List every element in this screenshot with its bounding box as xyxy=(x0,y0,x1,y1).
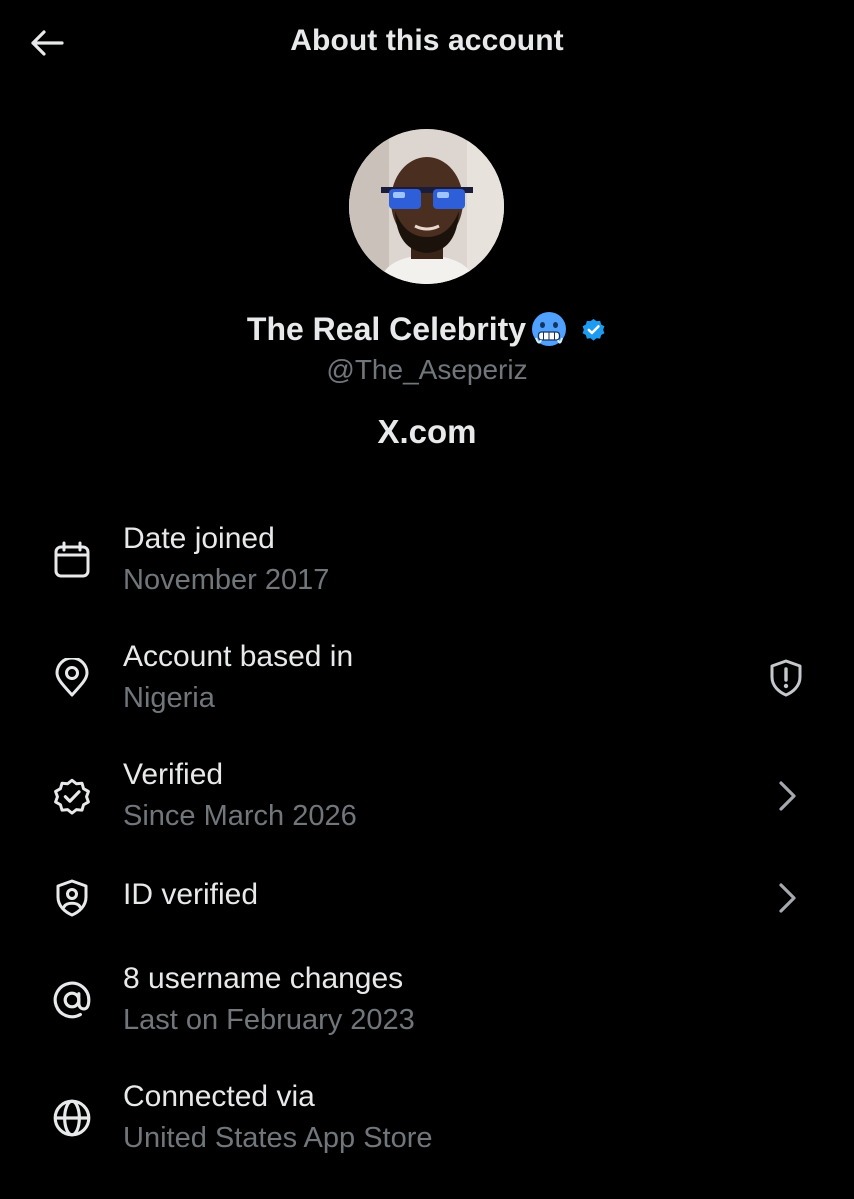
id-shield-icon xyxy=(48,874,96,922)
profile-name-row: The Real Celebrity xyxy=(0,306,854,352)
info-row-verified[interactable]: Verified Since March 2026 xyxy=(0,754,854,844)
verified-badge-icon[interactable] xyxy=(580,316,607,343)
info-row-title: 8 username changes xyxy=(123,962,404,995)
info-row-subtitle: Nigeria xyxy=(123,682,215,714)
info-row-subtitle: Last on February 2023 xyxy=(123,1004,415,1036)
shield-alert-icon[interactable] xyxy=(762,654,810,702)
location-pin-icon xyxy=(48,654,96,702)
chevron-right-icon[interactable] xyxy=(762,874,810,922)
calendar-icon xyxy=(48,536,96,584)
info-row-date-joined: Date joined November 2017 xyxy=(0,518,854,608)
page-title: About this account xyxy=(290,24,564,57)
info-row-username-changes: 8 username changes Last on February 2023 xyxy=(0,958,854,1048)
at-sign-icon xyxy=(48,976,96,1024)
info-row-id-verified[interactable]: ID verified xyxy=(0,872,854,924)
verified-badge-outline-icon xyxy=(48,772,96,820)
info-row-title: Account based in xyxy=(123,640,354,673)
globe-icon xyxy=(48,1094,96,1142)
info-row-title: Connected via xyxy=(123,1080,315,1113)
info-row-title: ID verified xyxy=(123,878,259,911)
site-label: X.com xyxy=(377,413,477,450)
top-bar: About this account xyxy=(0,0,854,88)
info-row-subtitle: November 2017 xyxy=(123,564,330,596)
avatar[interactable] xyxy=(349,129,504,284)
handle: @The_Aseperiz xyxy=(326,354,528,385)
info-row-subtitle: Since March 2026 xyxy=(123,800,357,832)
chevron-right-icon[interactable] xyxy=(762,772,810,820)
info-row-title: Date joined xyxy=(123,522,275,555)
info-row-account-based-in: Account based in Nigeria xyxy=(0,636,854,726)
info-row-subtitle: United States App Store xyxy=(123,1122,433,1154)
info-row-title: Verified xyxy=(123,758,224,791)
info-row-connected-via: Connected via United States App Store xyxy=(0,1076,854,1166)
cold-face-emoji xyxy=(530,310,568,348)
display-name: The Real Celebrity xyxy=(246,310,527,347)
